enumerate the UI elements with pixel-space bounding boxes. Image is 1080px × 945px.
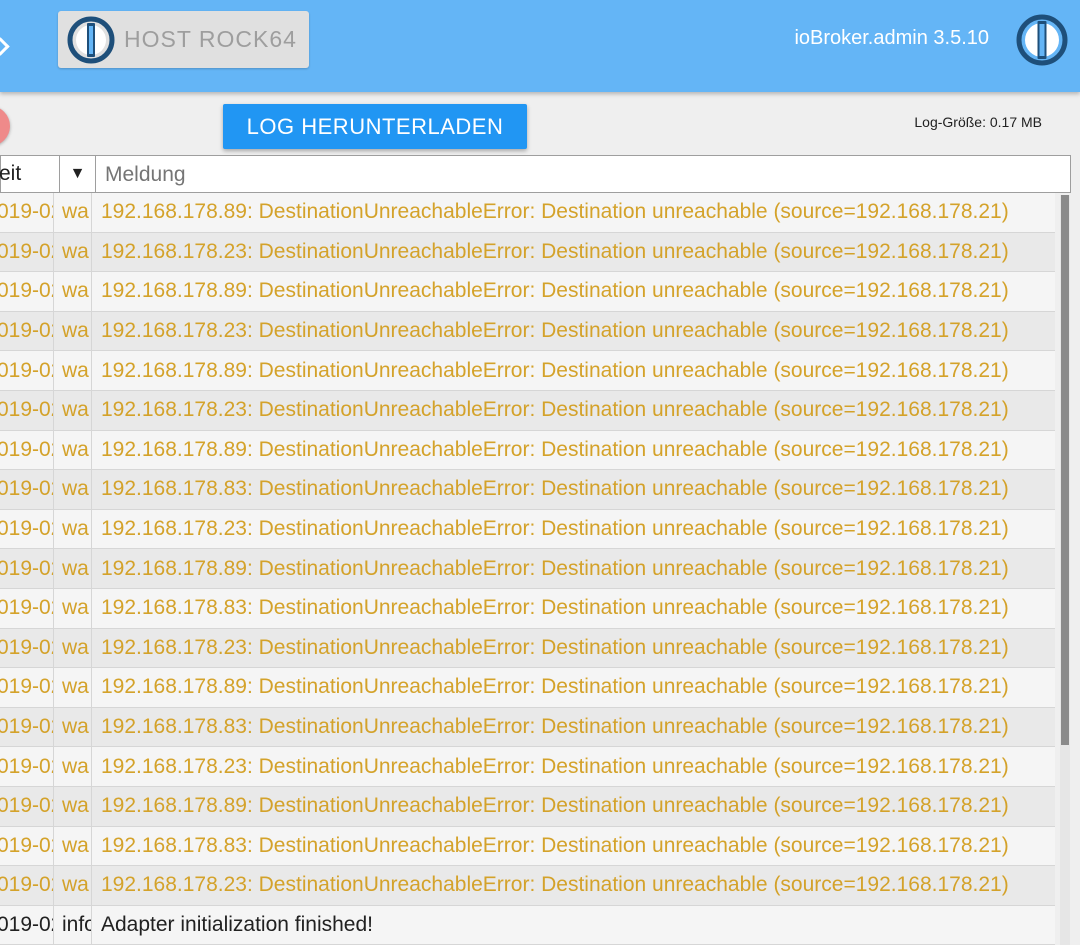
log-message-cell: 192.168.178.23: DestinationUnreachableEr… bbox=[101, 517, 1009, 541]
log-row: 019-02wa 192.168.178.23: DestinationUnrea… bbox=[0, 509, 1055, 550]
log-rows: 019-02wa192.168.178.89: DestinationUnrea… bbox=[0, 193, 1055, 945]
log-row: 019-02wa 192.168.178.89: DestinationUnrea… bbox=[0, 549, 1055, 589]
expand-menu-icon[interactable] bbox=[0, 37, 10, 56]
log-message-cell: 192.168.178.83: DestinationUnreachableEr… bbox=[101, 715, 1009, 739]
log-size-label: Log-Größe: 0.17 MB bbox=[914, 114, 1042, 130]
log-message-cell: 192.168.178.23: DestinationUnreachableEr… bbox=[101, 239, 1009, 263]
log-severity-cell: wa bbox=[55, 707, 92, 747]
log-message-cell: 192.168.178.83: DestinationUnreachableEr… bbox=[101, 596, 1009, 620]
log-time-cell: 019-02 bbox=[0, 826, 54, 866]
log-severity-cell: wa bbox=[55, 866, 92, 905]
iobroker-logo-icon bbox=[67, 16, 115, 64]
log-severity-cell: wa bbox=[55, 390, 92, 430]
log-message-cell: 192.168.178.23: DestinationUnreachableEr… bbox=[101, 635, 1009, 659]
log-row: 019-02wa 192.168.178.89: DestinationUnrea… bbox=[0, 430, 1055, 471]
log-message-cell: 192.168.178.89: DestinationUnreachableEr… bbox=[101, 200, 1009, 224]
log-row: 019-02wa 192.168.178.23: DestinationUnrea… bbox=[0, 390, 1055, 431]
log-row: 019-02wa 192.168.178.23: DestinationUnrea… bbox=[0, 747, 1055, 787]
log-severity-cell: wa bbox=[55, 430, 92, 470]
log-message-cell: 192.168.178.89: DestinationUnreachableEr… bbox=[101, 675, 1009, 699]
scrollbar-thumb[interactable] bbox=[1061, 195, 1069, 745]
log-severity-cell: wa bbox=[55, 628, 92, 668]
table-header: eit ▼ bbox=[0, 155, 1071, 194]
log-row: 019-02wa 192.168.178.83: DestinationUnrea… bbox=[0, 470, 1055, 510]
log-message-cell: 192.168.178.89: DestinationUnreachableEr… bbox=[101, 279, 1009, 303]
host-name-label: HOST ROCK64 bbox=[124, 26, 297, 52]
log-message-cell: 192.168.178.23: DestinationUnreachableEr… bbox=[101, 754, 1009, 778]
log-row: 019-02wa 192.168.178.83: DestinationUnrea… bbox=[0, 588, 1055, 629]
log-message-cell: 192.168.178.83: DestinationUnreachableEr… bbox=[101, 477, 1009, 501]
severity-filter-dropdown[interactable]: ▼ bbox=[60, 156, 96, 192]
log-time-cell: 019-02 bbox=[0, 390, 54, 430]
log-severity-cell: wa bbox=[55, 826, 92, 866]
log-message-cell: 192.168.178.83: DestinationUnreachableEr… bbox=[101, 833, 1009, 857]
log-time-cell: 019-02 bbox=[0, 668, 54, 707]
log-time-cell: 019-02 bbox=[0, 588, 54, 628]
time-column-header[interactable]: eit bbox=[0, 156, 60, 192]
log-severity-cell: wa bbox=[55, 311, 92, 351]
log-row: 019-02wa 192.168.178.23: DestinationUnrea… bbox=[0, 628, 1055, 669]
iobroker-logo-icon[interactable] bbox=[1015, 13, 1069, 67]
log-message-cell: 192.168.178.23: DestinationUnreachableEr… bbox=[101, 398, 1009, 422]
log-row: 019-02info Adapter initialization finishe… bbox=[0, 905, 1055, 945]
log-time-cell: 019-02 bbox=[0, 272, 54, 311]
log-row: 019-02wa 192.168.178.23: DestinationUnrea… bbox=[0, 232, 1055, 273]
log-message-cell: 192.168.178.23: DestinationUnreachableEr… bbox=[101, 873, 1009, 897]
log-message-cell: 192.168.178.89: DestinationUnreachableEr… bbox=[101, 556, 1009, 580]
log-severity-cell: wa bbox=[55, 786, 92, 826]
log-time-cell: 019-02 bbox=[0, 470, 54, 509]
log-message-cell: 192.168.178.89: DestinationUnreachableEr… bbox=[101, 794, 1009, 818]
log-severity-cell: wa bbox=[55, 668, 92, 707]
log-severity-cell: wa bbox=[55, 588, 92, 628]
log-message-cell: Adapter initialization finished! bbox=[101, 912, 373, 936]
log-severity-cell: wa bbox=[55, 549, 92, 588]
download-log-button[interactable]: LOG HERUNTERLADEN bbox=[223, 104, 527, 149]
log-severity-cell: wa bbox=[55, 509, 92, 549]
log-severity-cell: wa bbox=[55, 470, 92, 509]
log-row: 019-02wa 192.168.178.83: DestinationUnrea… bbox=[0, 707, 1055, 748]
log-table: eit ▼ 019-02wa192.168.178.89: Destinatio… bbox=[0, 155, 1071, 945]
clear-log-button[interactable] bbox=[0, 106, 10, 146]
log-time-cell: 019-02 bbox=[0, 351, 54, 390]
log-row: 019-02wa 192.168.178.89: DestinationUnrea… bbox=[0, 351, 1055, 391]
log-time-cell: 019-02 bbox=[0, 628, 54, 668]
log-message-cell: 192.168.178.89: DestinationUnreachableEr… bbox=[101, 437, 1009, 461]
log-row: 019-02wa 192.168.178.89: DestinationUnrea… bbox=[0, 668, 1055, 708]
log-severity-cell: wa bbox=[55, 272, 92, 311]
log-time-cell: 019-02 bbox=[0, 430, 54, 470]
log-time-cell: 019-02 bbox=[0, 193, 54, 232]
log-time-cell: 019-02 bbox=[0, 866, 54, 905]
log-time-cell: 019-02 bbox=[0, 707, 54, 747]
log-severity-cell: wa bbox=[55, 232, 92, 272]
log-row: 019-02wa 192.168.178.89: DestinationUnrea… bbox=[0, 193, 1055, 233]
log-time-cell: 019-02 bbox=[0, 905, 54, 945]
top-app-bar: HOST ROCK64 ioBroker.admin 3.5.10 bbox=[0, 0, 1080, 92]
log-row: 019-02wa 192.168.178.83: DestinationUnrea… bbox=[0, 826, 1055, 867]
log-severity-cell: info bbox=[55, 905, 92, 945]
log-row: 019-02wa 192.168.178.89: DestinationUnrea… bbox=[0, 272, 1055, 312]
log-time-cell: 019-02 bbox=[0, 232, 54, 272]
log-time-cell: 019-02 bbox=[0, 549, 54, 588]
log-message-cell: 192.168.178.23: DestinationUnreachableEr… bbox=[101, 319, 1009, 343]
log-severity-cell: wa bbox=[55, 747, 92, 786]
log-message-cell: 192.168.178.89: DestinationUnreachableEr… bbox=[101, 358, 1009, 382]
scrollbar[interactable] bbox=[1060, 195, 1070, 945]
log-time-cell: 019-02 bbox=[0, 747, 54, 786]
host-selector-button[interactable]: HOST ROCK64 bbox=[58, 11, 309, 68]
log-severity-cell: wa bbox=[55, 193, 92, 232]
log-time-cell: 019-02 bbox=[0, 786, 54, 826]
log-time-cell: 019-02 bbox=[0, 311, 54, 351]
message-filter-input[interactable] bbox=[96, 156, 1067, 194]
log-row: 019-02wa 192.168.178.23: DestinationUnrea… bbox=[0, 866, 1055, 906]
log-time-cell: 019-02 bbox=[0, 509, 54, 549]
log-row: 019-02wa 192.168.178.23: DestinationUnrea… bbox=[0, 311, 1055, 352]
log-row: 019-02wa 192.168.178.89: DestinationUnrea… bbox=[0, 786, 1055, 827]
app-version-label: ioBroker.admin 3.5.10 bbox=[794, 27, 989, 49]
log-severity-cell: wa bbox=[55, 351, 92, 390]
